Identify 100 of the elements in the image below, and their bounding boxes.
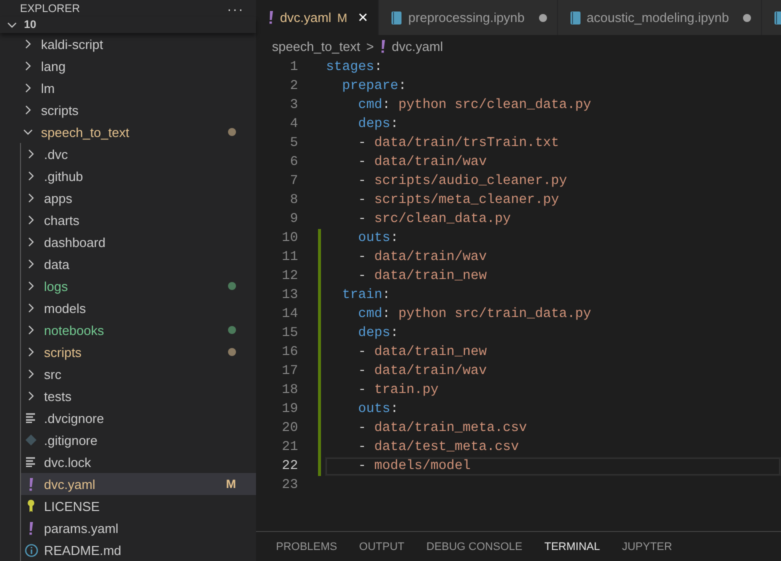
tree-item[interactable]: data <box>21 253 256 275</box>
panel-tab[interactable]: JUPYTER <box>622 540 672 552</box>
status-dot <box>228 348 236 356</box>
tree-item[interactable]: speech_to_text <box>0 121 256 143</box>
code-line: - data/train_meta.csv <box>357 421 527 436</box>
panel-tab[interactable]: TERMINAL <box>544 540 600 552</box>
line-number: 18 <box>280 383 298 398</box>
git-status: M <box>337 10 348 24</box>
tree-item[interactable]: dvc.lock <box>21 451 256 473</box>
panel-tab[interactable]: OUTPUT <box>359 540 404 552</box>
code-line: - models/model <box>357 459 471 474</box>
code-line: cmd: python src/train_data.py <box>357 307 592 322</box>
diamond-icon <box>25 434 37 446</box>
code-line: - data/test_meta.csv <box>357 440 519 455</box>
tree-item[interactable]: notebooks <box>21 319 256 341</box>
panel-tab[interactable]: PROBLEMS <box>276 540 338 552</box>
tree-item[interactable]: .github <box>21 165 256 187</box>
editor-tab[interactable]: dvc.yaml M ✕ <box>256 0 380 35</box>
status-dot <box>228 128 236 136</box>
panel-tab[interactable]: DEBUG CONSOLE <box>426 540 522 552</box>
tree-item[interactable]: src <box>21 363 256 385</box>
unsaved-dot <box>743 14 752 22</box>
line-number: 17 <box>280 364 298 379</box>
exclamation-icon <box>380 40 386 52</box>
line-number: 3 <box>288 98 298 113</box>
workspace-header[interactable]: 10 <box>0 17 256 33</box>
code-line: - data/train/wav <box>357 155 487 170</box>
line-number: 16 <box>280 345 298 360</box>
code-line: deps: <box>357 117 398 132</box>
code-line: - data/train/wav <box>357 250 487 265</box>
code-line: - train.py <box>357 383 439 398</box>
code-line: cmd: python src/clean_data.py <box>357 98 592 113</box>
line-number: 7 <box>288 174 298 189</box>
line-number: 9 <box>288 212 298 227</box>
tree-item[interactable]: charts <box>21 209 256 231</box>
code-line: prepare: <box>341 79 406 94</box>
tree-item[interactable]: scripts <box>21 341 256 363</box>
line-number: 13 <box>280 288 298 303</box>
exclamation-icon <box>268 11 274 24</box>
tree-item[interactable]: kaldi-script <box>0 33 256 55</box>
tree-item[interactable]: .dvc <box>21 143 256 165</box>
code-line: outs: <box>357 231 398 246</box>
status-dot <box>228 326 236 334</box>
exclamation-icon <box>28 522 34 534</box>
breadcrumb-separator: > <box>366 38 374 54</box>
line-number: 5 <box>288 136 298 151</box>
tree-item[interactable]: dashboard <box>21 231 256 253</box>
code-line: - data/train/trsTrain.txt <box>357 136 560 151</box>
line-number: 10 <box>280 231 298 246</box>
exclamation-icon <box>28 478 34 490</box>
sidebar-title: EXPLORER <box>20 2 80 14</box>
code-line: - data/train_new <box>357 345 487 360</box>
breadcrumb-item[interactable]: speech_to_text <box>272 38 360 54</box>
line-number: 4 <box>288 117 298 132</box>
tree-item[interactable]: lm <box>0 77 256 99</box>
code-line: train: <box>341 288 390 303</box>
code-line: stages: <box>326 60 382 75</box>
notebook-icon <box>391 10 402 24</box>
line-number: 20 <box>280 421 298 436</box>
tree-item[interactable]: lang <box>0 55 256 77</box>
tree-item[interactable]: scripts <box>0 99 256 121</box>
editor-tab[interactable]: acoustic_modeling.ipynb <box>558 0 762 35</box>
tree-item[interactable]: logs <box>21 275 256 297</box>
breadcrumb-item[interactable]: dvc.yaml <box>392 38 444 54</box>
code-line: - data/train_new <box>357 269 487 284</box>
line-number: 2 <box>288 79 298 94</box>
code-line: - src/clean_data.py <box>357 212 511 227</box>
line-number: 14 <box>280 307 298 322</box>
tree-item[interactable]: LICENSE <box>21 495 256 517</box>
close-icon[interactable]: ✕ <box>357 10 368 25</box>
git-status: M <box>226 477 236 491</box>
code-line: outs: <box>357 402 398 417</box>
tree-item[interactable]: apps <box>21 187 256 209</box>
line-number: 8 <box>288 193 298 208</box>
line-number: 22 <box>280 459 298 474</box>
line-number: 6 <box>288 155 298 170</box>
editor-tab[interactable]: preprocessing.ipynb <box>379 0 558 35</box>
tree-item[interactable]: README.md <box>21 539 256 561</box>
unsaved-dot <box>538 14 547 22</box>
info-icon <box>24 544 38 556</box>
notebook-icon <box>570 10 581 24</box>
tree-item[interactable]: dvc.yaml M <box>21 473 256 495</box>
status-dot <box>228 282 236 290</box>
code-line: - scripts/meta_cleaner.py <box>357 193 560 208</box>
more-actions-button[interactable]: ··· <box>227 0 244 16</box>
tree-item[interactable]: tests <box>21 385 256 407</box>
code-line: deps: <box>357 326 398 341</box>
tree-item[interactable]: .gitignore <box>21 429 256 451</box>
line-number: 1 <box>288 60 298 75</box>
line-number: 23 <box>280 478 298 493</box>
tree-item[interactable]: models <box>21 297 256 319</box>
line-number: 21 <box>280 440 298 455</box>
tree-item[interactable]: .dvcignore <box>21 407 256 429</box>
line-number: 11 <box>280 250 298 265</box>
code-line: - scripts/audio_cleaner.py <box>357 174 568 189</box>
line-number: 19 <box>280 402 298 417</box>
key-icon <box>26 499 36 513</box>
code-line: - data/train/wav <box>357 364 487 379</box>
line-number: 15 <box>280 326 298 341</box>
tree-item[interactable]: params.yaml <box>21 517 256 539</box>
